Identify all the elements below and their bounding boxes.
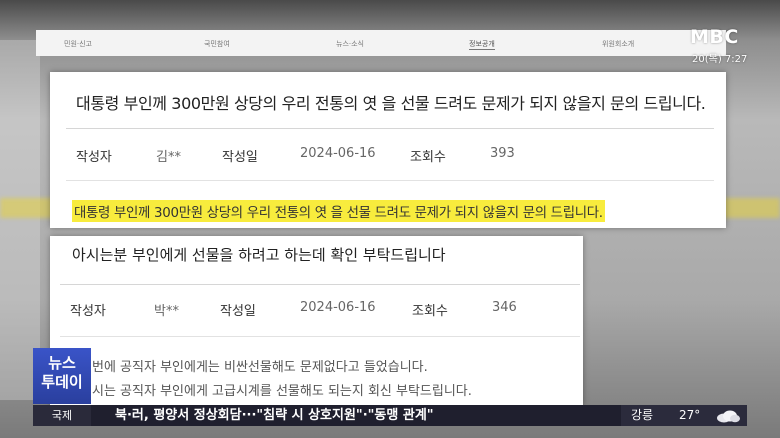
date-label: 작성일 [222,150,258,165]
author-label: 작성자 [76,150,112,165]
post-card-2: 아시는분 부인에게 선물을 하려고 하는데 확인 부탁드립니다 작성자 박** … [50,236,583,406]
post-title: 아시는분 부인에게 선물을 하려고 하는데 확인 부탁드립니다 [72,246,446,264]
weather-temperature: 27° [679,408,701,422]
broadcast-clock: 20(목) 7:27 [692,54,748,65]
divider [60,284,580,285]
divider [60,336,580,337]
background-sidebar [0,40,40,400]
post-card-1: 대통령 부인께 300만원 상당의 우리 전통의 엿 을 선물 드려도 문제가 … [50,72,726,228]
cloud-icon [717,410,740,423]
post-body-highlighted: 대통령 부인께 300만원 상당의 우리 전통의 엿 을 선물 드려도 문제가 … [72,200,605,222]
post-body-line: 번에 공직자 부인에게는 비싼선물해도 문제없다고 들었습니다. [92,360,428,375]
nav-item-participation[interactable]: 국민참여 [204,39,230,49]
author-value: 김** [156,150,181,165]
weather-city: 강릉 [631,408,654,422]
post-body-line: 시는 공직자 부인에게 고급시계를 선물해도 되는지 회신 부탁드립니다. [92,384,472,399]
nav-item-info-disclosure[interactable]: 정보공개 [469,39,495,50]
nav-item-committee[interactable]: 위원회소개 [602,39,634,49]
divider [66,180,714,181]
views-value: 393 [490,146,515,161]
news-ticker: 국제 북·러, 평양서 정상회담···"침략 시 상호지원"·"동맹 관계" 강… [33,405,747,426]
post-title: 대통령 부인께 300만원 상당의 우리 전통의 엿 을 선물 드려도 문제가 … [76,94,706,113]
views-label: 조회수 [410,150,446,165]
mbc-logo: MBC [690,26,739,48]
nav-item-news[interactable]: 뉴스·소식 [336,39,364,49]
news-today-badge: 뉴스 투데이 [33,348,91,404]
author-label: 작성자 [70,304,106,319]
ticker-category: 국제 [33,405,91,426]
date-label: 작성일 [220,304,256,319]
author-value: 박** [154,304,179,319]
views-label: 조회수 [412,304,448,319]
date-value: 2024-06-16 [300,146,376,161]
nav-item-complaint[interactable]: 민원·신고 [64,39,92,49]
ticker-headline: 북·러, 평양서 정상회담···"침략 시 상호지원"·"동맹 관계" [115,408,434,423]
date-value: 2024-06-16 [300,300,376,315]
badge-line-1: 뉴스 [48,354,76,372]
top-navigation: 민원·신고 국민참여 뉴스·소식 정보공개 위원회소개 [36,30,726,56]
weather-box: 강릉 27° [621,405,747,426]
views-value: 346 [492,300,517,315]
divider [66,128,714,129]
badge-line-2: 투데이 [41,373,83,391]
